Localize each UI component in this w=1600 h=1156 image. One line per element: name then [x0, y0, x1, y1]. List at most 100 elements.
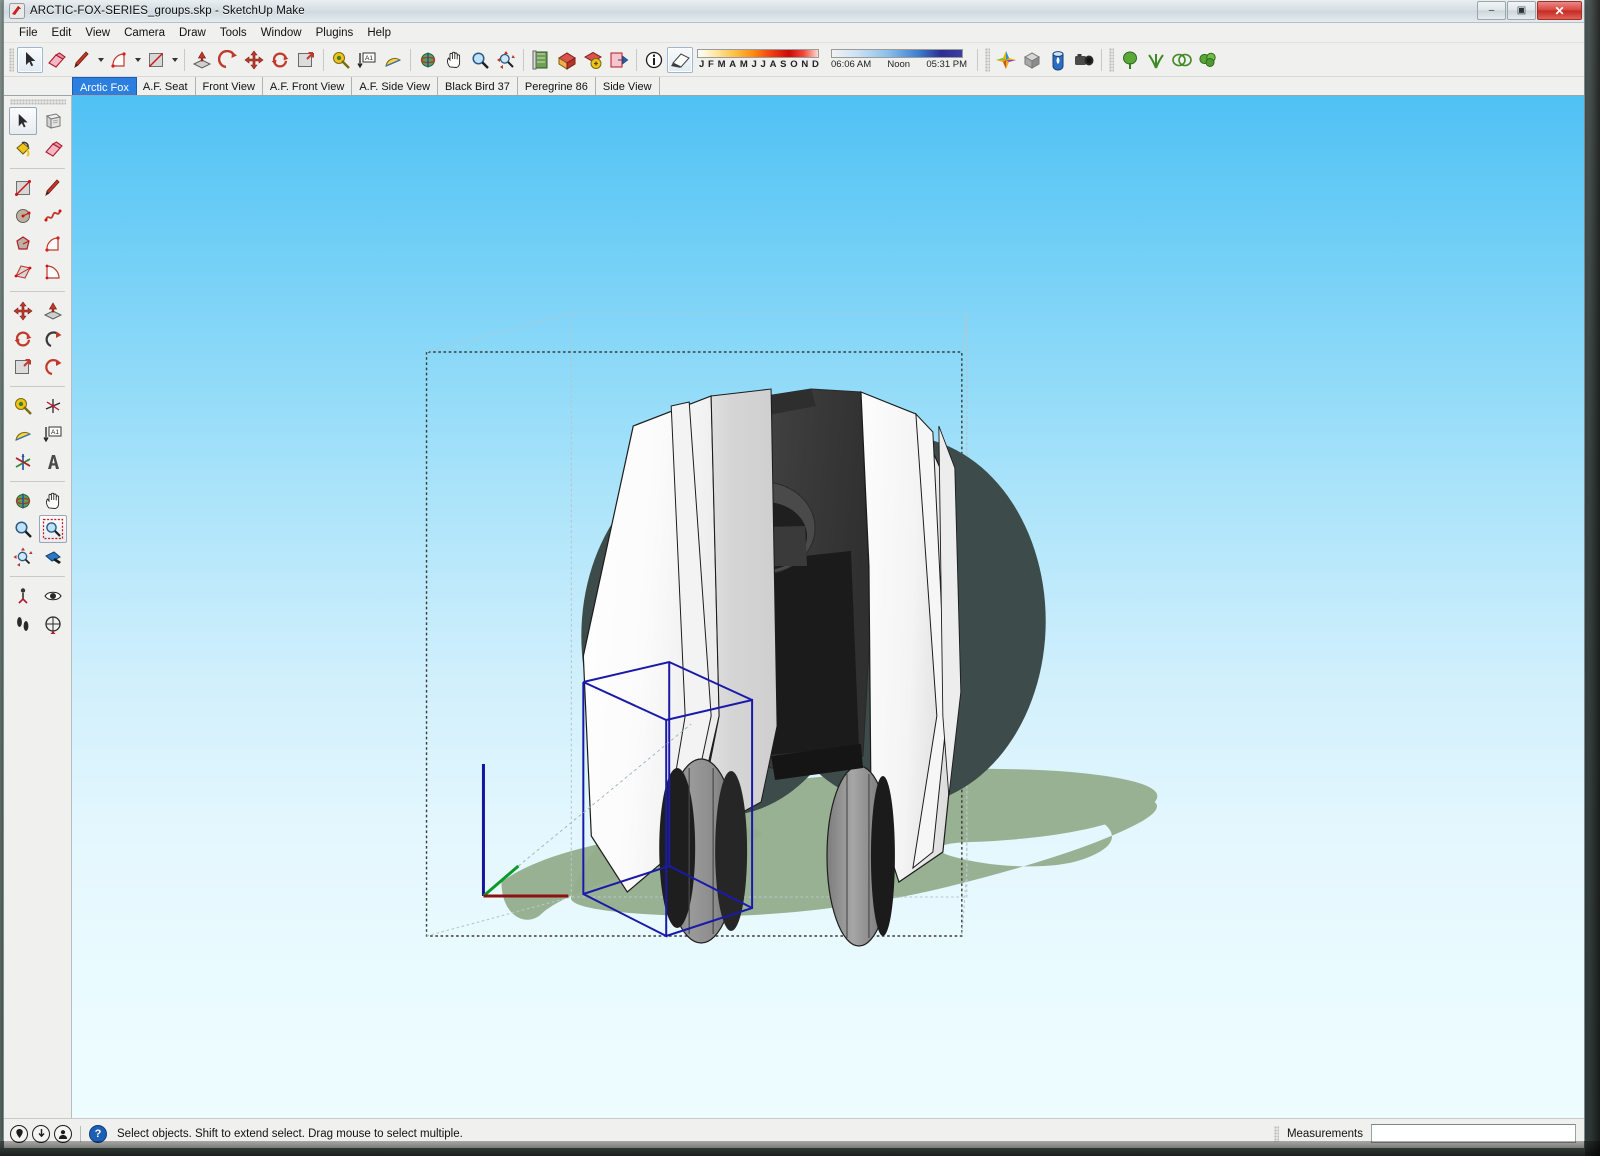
menu-file[interactable]: File — [12, 25, 45, 41]
left-zoom-extents-button[interactable] — [9, 543, 37, 571]
left-scale-button[interactable] — [9, 353, 37, 381]
left-section-plane-button[interactable] — [39, 610, 67, 638]
maximize-button[interactable]: ▣ — [1507, 1, 1536, 20]
left-axes-origin-button[interactable] — [9, 448, 37, 476]
toolbar-shadow-toggle-button[interactable] — [667, 46, 693, 73]
menu-window[interactable]: Window — [254, 25, 309, 41]
location-pin-icon[interactable] — [10, 1124, 28, 1143]
scene-tab-arctic-fox[interactable]: Arctic Fox — [72, 77, 137, 95]
scene-tab-black-bird-37[interactable]: Black Bird 37 — [438, 77, 518, 95]
left-make-component-button[interactable] — [39, 107, 67, 135]
left-zoom-window-button[interactable] — [38, 515, 67, 543]
toolbar-zoom-extents-button[interactable] — [493, 47, 519, 73]
measurements-grip[interactable] — [1273, 1125, 1279, 1142]
toolbar-protractor-button[interactable] — [380, 47, 406, 73]
left-polygon-button[interactable] — [9, 230, 37, 258]
toolbar-select-button[interactable] — [17, 46, 43, 73]
toolbar-eraser-button[interactable] — [43, 47, 69, 73]
menu-plugins[interactable]: Plugins — [309, 25, 361, 41]
left-position-camera-button[interactable] — [9, 582, 37, 610]
shadow-time-slider[interactable]: 06:06 AM Noon 05:31 PM — [831, 49, 967, 70]
toolbar-followme-button[interactable] — [215, 47, 241, 73]
shadow-month-slider[interactable]: J F M A M J J A S O N D — [697, 49, 821, 70]
user-circle-icon[interactable] — [54, 1124, 72, 1143]
scene-tab-af-side-view[interactable]: A.F. Side View — [352, 77, 439, 95]
toolbar-rotate-button[interactable] — [267, 47, 293, 73]
left-pie-button[interactable] — [39, 258, 67, 286]
toolbar-grip[interactable] — [9, 47, 14, 72]
minimize-button[interactable]: – — [1477, 1, 1506, 20]
menu-edit[interactable]: Edit — [45, 25, 79, 41]
toolbar-tree-button[interactable] — [1117, 47, 1143, 73]
close-button[interactable]: ✕ — [1537, 1, 1582, 20]
left-circle-button[interactable] — [9, 202, 37, 230]
toolbar-dimension-button[interactable]: A1 — [354, 47, 380, 73]
left-offset-button[interactable] — [39, 353, 67, 381]
model-scene[interactable] — [72, 96, 1584, 1118]
left-pan-button[interactable] — [39, 487, 67, 515]
toolbar-scale-button[interactable] — [293, 47, 319, 73]
left-arc-button[interactable] — [39, 230, 67, 258]
left-paint-bucket-button[interactable] — [9, 135, 37, 163]
left-pushpull-button[interactable] — [39, 297, 67, 325]
left-select-button[interactable] — [8, 107, 37, 135]
left-look-around-button[interactable] — [39, 582, 67, 610]
toolbar-tape-measure-button[interactable] — [328, 47, 354, 73]
toolbar-pan-button[interactable] — [441, 47, 467, 73]
toolbar-styles-button[interactable] — [993, 47, 1019, 73]
toolbar-bush-button[interactable] — [1195, 47, 1221, 73]
left-rectangle-button[interactable] — [9, 174, 37, 202]
viewport-container[interactable] — [72, 96, 1584, 1118]
scene-tab-af-seat[interactable]: A.F. Seat — [136, 77, 196, 95]
toolbar-extension-warehouse-button[interactable] — [580, 47, 606, 73]
left-followme-button[interactable] — [39, 325, 67, 353]
toolbar-pushpull-button[interactable] — [189, 47, 215, 73]
left-rotate-button[interactable] — [9, 325, 37, 353]
month-gradient-track[interactable] — [697, 49, 819, 58]
left-toolbar-grip[interactable] — [9, 99, 66, 105]
toolbar-rect-dropdown[interactable] — [169, 47, 180, 73]
toolbar-paint-bucket-button[interactable] — [1045, 47, 1071, 73]
toolbar-rectangle-button[interactable] — [143, 47, 169, 73]
menu-view[interactable]: View — [78, 25, 117, 41]
left-tape-measure-button[interactable] — [9, 392, 37, 420]
left-walk-button[interactable] — [9, 610, 37, 638]
left-protractor-button[interactable] — [9, 420, 37, 448]
left-previous-view-button[interactable] — [39, 543, 67, 571]
help-question-icon[interactable]: ? — [89, 1124, 107, 1143]
left-freehand-button[interactable] — [39, 202, 67, 230]
toolbar-solid-tools-button[interactable] — [1019, 47, 1045, 73]
left-orbit-button[interactable] — [9, 487, 37, 515]
toolbar-line-dropdown[interactable] — [95, 47, 106, 73]
toolbar-section-plane-button[interactable] — [528, 47, 554, 73]
left-zoom-button[interactable] — [9, 515, 37, 543]
toolbar-line-button[interactable] — [69, 47, 95, 73]
left-dimension-button[interactable]: A1 — [39, 420, 67, 448]
toolbar-shrub-button[interactable] — [1169, 47, 1195, 73]
scene-tab-side-view[interactable]: Side View — [596, 77, 660, 95]
toolbar-zoom-button[interactable] — [467, 47, 493, 73]
download-circle-icon[interactable] — [32, 1124, 50, 1143]
scene-tab-peregrine-86[interactable]: Peregrine 86 — [518, 77, 596, 95]
left-3d-text-button[interactable] — [39, 448, 67, 476]
menu-tools[interactable]: Tools — [213, 25, 254, 41]
toolbar-arc-dropdown[interactable] — [132, 47, 143, 73]
left-rotated-rectangle-button[interactable] — [9, 258, 37, 286]
scene-tab-af-front-view[interactable]: A.F. Front View — [263, 77, 353, 95]
left-line-button[interactable] — [39, 174, 67, 202]
time-gradient-track[interactable] — [831, 49, 963, 58]
toolbar-grip-2[interactable] — [985, 47, 990, 72]
toolbar-arc-button[interactable] — [106, 47, 132, 73]
left-move-button[interactable] — [9, 297, 37, 325]
left-eraser-button[interactable] — [39, 135, 67, 163]
front-left-tire[interactable] — [659, 758, 748, 944]
toolbar-3d-warehouse-button[interactable] — [554, 47, 580, 73]
menu-help[interactable]: Help — [360, 25, 398, 41]
toolbar-move-button[interactable] — [241, 47, 267, 73]
toolbar-share-model-button[interactable] — [606, 47, 632, 73]
toolbar-photo-match-button[interactable] — [1071, 47, 1097, 73]
left-axes-button[interactable] — [39, 392, 67, 420]
menu-camera[interactable]: Camera — [117, 25, 172, 41]
toolbar-orbit-button[interactable] — [415, 47, 441, 73]
scene-tab-front-view[interactable]: Front View — [196, 77, 263, 95]
